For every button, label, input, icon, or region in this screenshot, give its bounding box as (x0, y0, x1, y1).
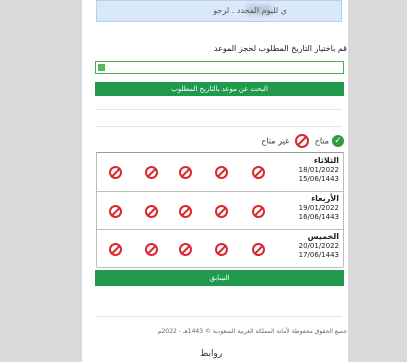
unavailable-slot-icon[interactable] (179, 243, 192, 256)
divider (96, 126, 342, 127)
no-entry-icon (295, 134, 310, 148)
legend: ✓متاح غير متاح (261, 134, 344, 148)
gregorian-date: 18/01/2022 (298, 166, 339, 174)
date-instruction: قم باختيار التاريخ المطلوب لحجز الموعد (213, 44, 347, 53)
day-row: الخميس 20/01/2022 17/06/1443 (97, 229, 343, 268)
unavailable-slot-icon[interactable] (252, 166, 265, 179)
gregorian-date: 20/01/2022 (298, 242, 339, 250)
day-cell: الأربعاء 19/01/2022 16/06/1443 (287, 191, 343, 229)
legend-available: متاح (314, 136, 329, 146)
hijri-date: 16/06/1443 (298, 213, 339, 221)
unavailable-slot-icon[interactable] (109, 166, 122, 179)
hijri-date: 15/06/1443 (298, 175, 339, 183)
unavailable-slot-icon[interactable] (145, 205, 158, 218)
day-name: الثلاثاء (313, 156, 339, 165)
day-name: الخميس (307, 232, 339, 241)
appointment-grid: الثلاثاء 18/01/2022 15/06/1443 الأربعاء … (96, 152, 344, 268)
unavailable-slot-icon[interactable] (145, 166, 158, 179)
day-cell: الثلاثاء 18/01/2022 15/06/1443 (287, 153, 343, 191)
divider (96, 316, 342, 317)
unavailable-slot-icon[interactable] (215, 166, 228, 179)
calendar-icon[interactable] (98, 64, 105, 71)
unavailable-slot-icon[interactable] (179, 205, 192, 218)
unavailable-slot-icon[interactable] (179, 166, 192, 179)
unavailable-slot-icon[interactable] (215, 205, 228, 218)
check-circle-icon: ✓ (332, 135, 344, 147)
date-input[interactable] (95, 61, 344, 74)
unavailable-slot-icon[interactable] (215, 243, 228, 256)
footer-copyright: جميع الحقوق محفوظة لأمانة المملكة العربي… (157, 328, 347, 335)
legend-unavailable: غير متاح (261, 136, 290, 146)
unavailable-slot-icon[interactable] (109, 205, 122, 218)
footer-links[interactable]: روابط (200, 349, 222, 359)
search-appointment-button[interactable]: البحث عن موعد بالتاريخ المطلوب (95, 82, 344, 96)
divider (96, 109, 342, 110)
unavailable-slot-icon[interactable] (252, 205, 265, 218)
gregorian-date: 19/01/2022 (298, 204, 339, 212)
unavailable-slot-icon[interactable] (252, 243, 265, 256)
info-text: ي لليوم المحدد . لرجو (213, 6, 287, 15)
unavailable-slot-icon[interactable] (109, 243, 122, 256)
hijri-date: 17/06/1443 (298, 251, 339, 259)
day-row: الأربعاء 19/01/2022 16/06/1443 (97, 191, 343, 230)
previous-button[interactable]: السابق (95, 270, 344, 286)
day-row: الثلاثاء 18/01/2022 15/06/1443 (97, 153, 343, 192)
info-alert: ي لليوم المحدد . لرجو (96, 0, 342, 22)
day-name: الأربعاء (311, 194, 339, 203)
day-cell: الخميس 20/01/2022 17/06/1443 (287, 229, 343, 267)
unavailable-slot-icon[interactable] (145, 243, 158, 256)
